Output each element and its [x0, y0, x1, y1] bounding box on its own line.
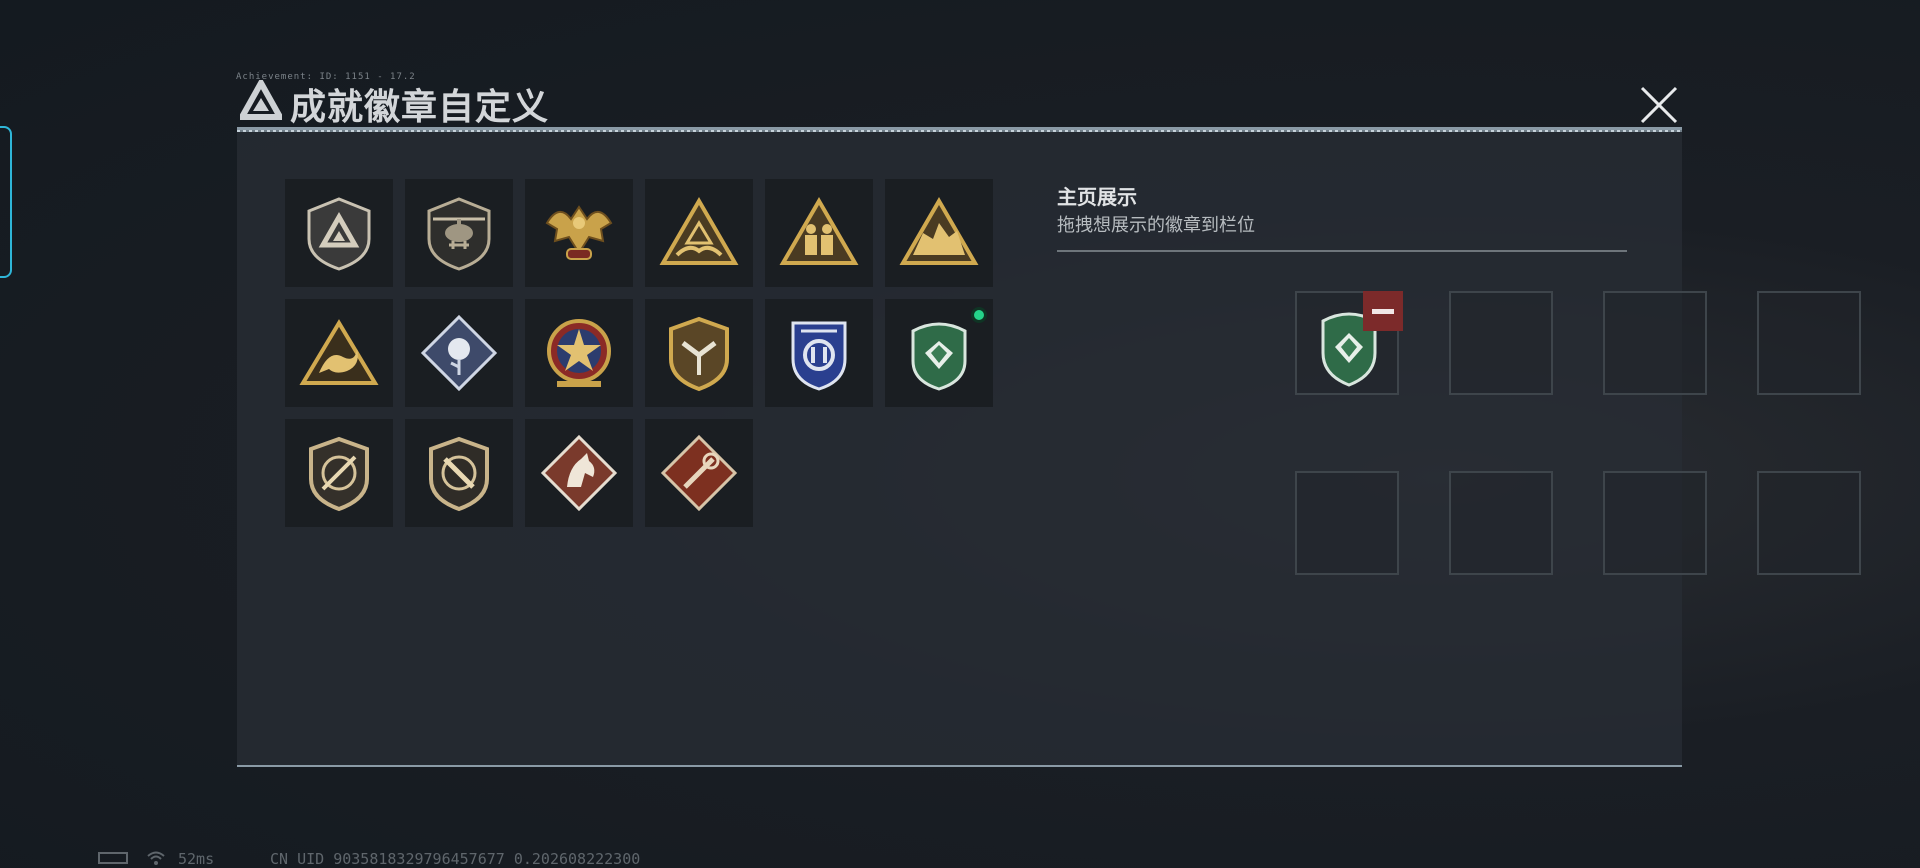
page-title: 成就徽章自定义 [290, 87, 550, 128]
badge-gold-knife-shield-2[interactable] [405, 419, 513, 527]
wifi-icon [147, 851, 165, 865]
badge-gold-knife-shield[interactable] [285, 419, 393, 527]
user-uid: CN UID 9035818329796457677 0.20260822230… [270, 850, 641, 868]
badge-gold-triangle-dragon[interactable] [285, 299, 393, 407]
showcase-slot-4[interactable] [1757, 291, 1861, 395]
green-diamond-shield-badge-icon [911, 322, 967, 391]
showcase-slot-2[interactable] [1449, 291, 1553, 395]
badge-gold-chevron-shield[interactable] [645, 299, 753, 407]
badge-green-diamond-shield[interactable] [885, 299, 993, 407]
showcase-slot-7[interactable] [1603, 471, 1707, 575]
showcase-divider [1057, 250, 1627, 252]
showcase-subtitle: 拖拽想展示的徽章到栏位 [1057, 215, 1255, 236]
badge-gold-triangle-soldiers[interactable] [765, 179, 873, 287]
showcase-slot-3[interactable] [1603, 291, 1707, 395]
badge-red-tool-diamond[interactable] [645, 419, 753, 527]
gold-knife-shield-badge-icon [309, 436, 369, 512]
red-tool-diamond-badge-icon [660, 434, 738, 512]
red-star-medal-badge-icon [547, 319, 611, 387]
gold-triangle-hands-badge-icon [659, 197, 739, 265]
badge-gold-triangle-hands[interactable] [645, 179, 753, 287]
showcase-title: 主页展示 [1057, 185, 1137, 209]
gold-triangle-beast-badge-icon [899, 197, 979, 265]
gold-chevron-shield-badge-icon [669, 316, 729, 392]
blue-wing-shield-badge-icon [791, 321, 847, 391]
badge-customize-panel: 主页展示 拖拽想展示的徽章到栏位 [237, 127, 1861, 767]
golden-eagle-badge-icon [545, 205, 613, 260]
helicopter-shield-badge-icon [427, 197, 491, 271]
badge-red-star-medal[interactable] [525, 299, 633, 407]
showcase-slot-6[interactable] [1449, 471, 1553, 575]
badge-helicopter-shield[interactable] [405, 179, 513, 287]
window-title-bar: Achievement: ID: 1151 - 17.2 成就徽章自定义 [236, 72, 1680, 132]
close-icon[interactable] [1638, 84, 1680, 126]
remove-badge-button[interactable] [1363, 291, 1403, 331]
recruit-shield-badge-icon [307, 197, 371, 271]
side-tab-indicator[interactable] [0, 126, 12, 278]
badge-golden-eagle[interactable] [525, 179, 633, 287]
badge-gold-triangle-beast[interactable] [885, 179, 993, 287]
showcase-slot-8[interactable] [1757, 471, 1861, 575]
active-indicator-dot [971, 307, 987, 323]
gold-knife-shield-2-badge-icon [429, 436, 489, 512]
badge-silver-rose-diamond[interactable] [405, 299, 513, 407]
showcase-slot-5[interactable] [1295, 471, 1399, 575]
badge-blue-wing-shield[interactable] [765, 299, 873, 407]
silver-rose-diamond-badge-icon [420, 314, 498, 392]
badge-horse-diamond[interactable] [525, 419, 633, 527]
gold-triangle-soldiers-badge-icon [779, 197, 859, 265]
minus-icon [1372, 308, 1394, 314]
badge-recruit-shield[interactable] [285, 179, 393, 287]
battery-icon [98, 852, 128, 864]
gold-triangle-dragon-badge-icon [299, 319, 379, 385]
horse-diamond-badge-icon [540, 434, 618, 512]
showcase-slot-1[interactable] [1295, 291, 1403, 395]
triangle-logo-icon [240, 80, 282, 120]
latency-readout: 52ms [178, 850, 215, 868]
